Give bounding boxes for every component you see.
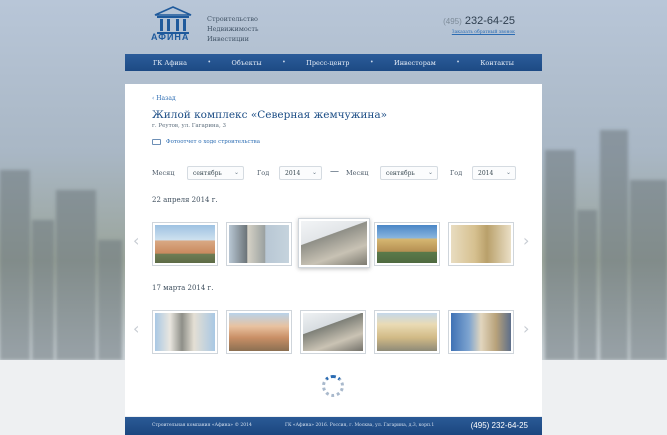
to-month-label: Месяц — [346, 169, 369, 177]
back-link[interactable]: ‹ Назад — [152, 95, 176, 102]
nav-item-investors[interactable]: Инвесторам — [394, 59, 436, 67]
printer-icon — [152, 139, 161, 145]
photo-gallery — [152, 218, 517, 268]
chevron-down-icon: ⌄ — [427, 169, 433, 176]
photo-thumbnail[interactable] — [374, 222, 440, 266]
tagline-line: Инвестиции — [207, 35, 249, 43]
from-year-value: 2014 — [285, 170, 301, 177]
address: г. Реутов, ул. Гагарина, 3 — [152, 123, 226, 129]
range-separator: — — [330, 167, 339, 177]
photo-thumbnail[interactable] — [448, 310, 514, 354]
from-year-label: Год — [257, 169, 270, 177]
footer-phone: (495) 232-64-25 — [470, 421, 528, 430]
tagline-line: Недвижимость — [207, 25, 259, 33]
nav-item-contacts[interactable]: Контакты — [480, 59, 514, 67]
site-header: АФИНА Строительство Недвижимость Инвести… — [125, 0, 542, 54]
photo-thumbnail[interactable] — [152, 310, 218, 354]
photo-thumbnail[interactable] — [226, 222, 292, 266]
header-phone: (495) 232-64-25 — [443, 15, 515, 27]
to-month-value: сентябрь — [386, 170, 415, 177]
tagline: Строительство Недвижимость Инвестиции — [207, 14, 259, 44]
logo-text: АФИНА — [151, 32, 190, 42]
photo-gallery — [152, 310, 517, 354]
chevron-right-icon[interactable]: › — [523, 319, 529, 338]
photo-thumbnail[interactable] — [448, 222, 514, 266]
gallery-date: 17 марта 2014 г. — [152, 284, 214, 292]
footer-address: ГК «Афина» 2016. Россия, г. Москва, ул. … — [285, 423, 435, 428]
main-nav: ГК Афина • Объекты • Пресс-центр • Инвес… — [125, 54, 542, 71]
photo-report-link[interactable]: Фотоотчет о ходе строительства — [152, 139, 260, 145]
photo-thumbnail[interactable] — [226, 310, 292, 354]
chevron-left-icon[interactable]: ‹ — [133, 231, 139, 250]
gallery-date: 22 апреля 2014 г. — [152, 196, 218, 204]
chevron-down-icon: ⌄ — [505, 169, 511, 176]
to-year-select[interactable]: 2014 ⌄ — [472, 166, 516, 180]
to-year-label: Год — [450, 169, 463, 177]
phone-number: 232-64-25 — [464, 15, 515, 27]
callback-link[interactable]: Заказать обратный звонок — [452, 30, 515, 35]
nav-separator: • — [456, 59, 460, 66]
from-month-label: Месяц — [152, 169, 175, 177]
phone-code: (495) — [443, 17, 462, 26]
photo-report-label: Фотоотчет о ходе строительства — [166, 139, 261, 145]
chevron-down-icon: ⌄ — [233, 169, 239, 176]
to-month-select[interactable]: сентябрь ⌄ — [380, 166, 438, 180]
nav-item-company[interactable]: ГК Афина — [153, 59, 187, 67]
nav-separator: • — [282, 59, 286, 66]
tagline-line: Строительство — [207, 15, 258, 23]
chevron-down-icon: ⌄ — [311, 169, 317, 176]
photo-thumbnail[interactable] — [374, 310, 440, 354]
loading-spinner-icon — [322, 375, 344, 397]
to-year-value: 2014 — [478, 170, 494, 177]
photo-thumbnail[interactable] — [152, 222, 218, 266]
from-month-value: сентябрь — [193, 170, 222, 177]
chevron-right-icon[interactable]: › — [523, 231, 529, 250]
content-panel: ‹ Назад Жилой комплекс «Северная жемчужи… — [125, 84, 542, 416]
page-title: Жилой комплекс «Северная жемчужина» — [152, 109, 388, 121]
from-month-select[interactable]: сентябрь ⌄ — [187, 166, 244, 180]
nav-item-press[interactable]: Пресс-центр — [306, 59, 349, 67]
chevron-left-icon[interactable]: ‹ — [133, 319, 139, 338]
from-year-select[interactable]: 2014 ⌄ — [279, 166, 322, 180]
photo-thumbnail-active[interactable] — [298, 218, 370, 268]
nav-item-objects[interactable]: Объекты — [232, 59, 262, 67]
nav-separator: • — [207, 59, 212, 66]
nav-separator: • — [369, 59, 374, 66]
site-footer: Строительная компания «Афина» © 2014 ГК … — [125, 417, 542, 435]
date-filters: Месяц сентябрь ⌄ Год 2014 ⌄ — Месяц сент… — [152, 166, 517, 180]
footer-copyright: Строительная компания «Афина» © 2014 — [152, 423, 252, 428]
photo-thumbnail[interactable] — [300, 310, 366, 354]
